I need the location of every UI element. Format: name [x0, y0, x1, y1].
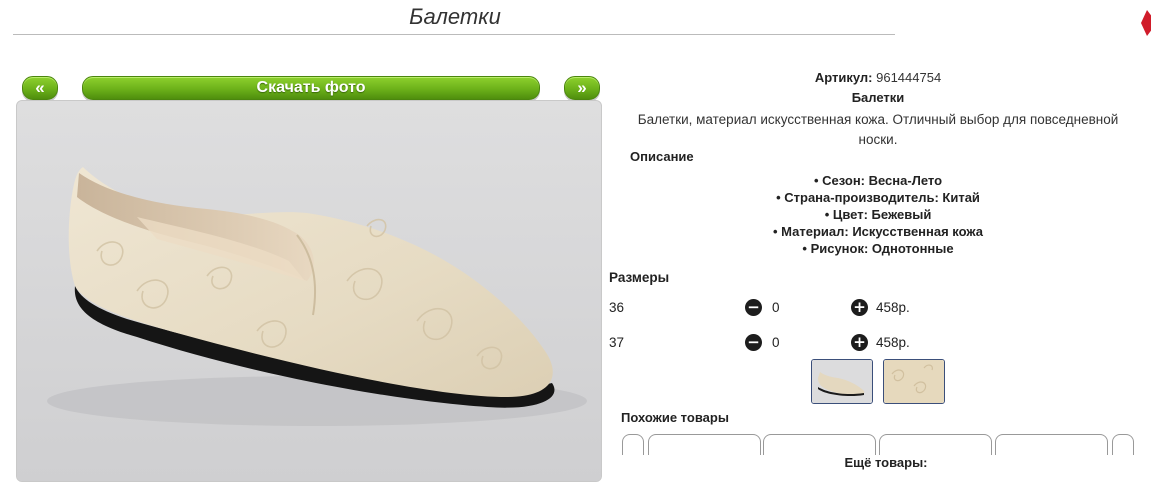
- similar-product-card[interactable]: [879, 434, 992, 455]
- plus-icon[interactable]: +: [851, 299, 868, 316]
- size-label: 37: [609, 335, 625, 350]
- description-heading: Описание: [630, 149, 694, 164]
- sku-value: 961444754: [876, 70, 942, 85]
- sku-line: Артикул: 961444754: [608, 70, 1148, 85]
- minus-icon[interactable]: −: [745, 299, 762, 316]
- similar-products-heading: Похожие товары: [621, 410, 729, 425]
- more-products-heading: Ещё товары:: [844, 455, 928, 470]
- product-name: Балетки: [851, 90, 905, 105]
- size-row: 37 − 0 + 458р.: [608, 334, 1148, 354]
- sku-label: Артикул:: [814, 70, 873, 85]
- texture-closeup-thumbnail[interactable]: [883, 359, 945, 404]
- property-country: Страна-производитель: Китай: [608, 189, 1148, 206]
- shoe-image: [17, 101, 601, 481]
- red-diamond-icon: [1141, 10, 1151, 36]
- previous-photo-button[interactable]: «: [22, 76, 58, 100]
- size-label: 36: [609, 300, 625, 315]
- similar-product-card[interactable]: [648, 434, 761, 455]
- size-row: 36 − 0 + 458р.: [608, 299, 1148, 319]
- shoe-side-thumbnail[interactable]: [811, 359, 873, 404]
- product-description: Балетки, материал искусственная кожа. От…: [637, 112, 1119, 147]
- similar-next-slot[interactable]: [1112, 434, 1134, 455]
- sizes-heading: Размеры: [609, 270, 670, 285]
- price-value: 458р.: [876, 300, 910, 315]
- texture-thumbnail-image: [884, 360, 944, 403]
- properties-list: Сезон: Весна-Лето Страна-производитель: …: [608, 172, 1148, 257]
- next-photo-button[interactable]: »: [564, 76, 600, 100]
- plus-icon[interactable]: +: [851, 334, 868, 351]
- title-divider: [13, 34, 895, 35]
- property-color: Цвет: Бежевый: [608, 206, 1148, 223]
- minus-icon[interactable]: −: [745, 334, 762, 351]
- quantity-value: 0: [772, 300, 780, 315]
- download-photo-button[interactable]: Скачать фото: [82, 76, 540, 100]
- product-photo[interactable]: [16, 100, 602, 482]
- shoe-thumbnail-image: [812, 360, 872, 403]
- property-season: Сезон: Весна-Лето: [608, 172, 1148, 189]
- similar-product-card[interactable]: [995, 434, 1108, 455]
- property-pattern: Рисунок: Однотонные: [608, 240, 1148, 257]
- price-value: 458р.: [876, 335, 910, 350]
- similar-product-card[interactable]: [763, 434, 876, 455]
- page-title: Балетки: [409, 4, 501, 29]
- quantity-value: 0: [772, 335, 780, 350]
- similar-prev-slot[interactable]: [622, 434, 644, 455]
- property-material: Материал: Искусственная кожа: [608, 223, 1148, 240]
